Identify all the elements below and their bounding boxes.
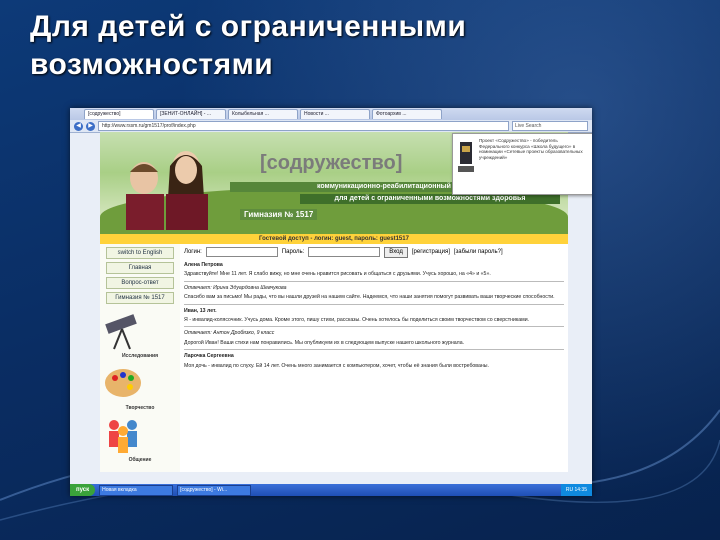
- post-text: Спасибо вам за письмо! Мы рады, что вы н…: [184, 294, 555, 301]
- tab-bar: [содружество] [ЗЕНИТ-ОНЛАЙН] - ... Колыб…: [70, 108, 592, 120]
- forgot-password-link[interactable]: [забыли пароль?]: [454, 249, 503, 255]
- search-input[interactable]: Live Search: [512, 121, 588, 131]
- login-form: Логин: Пароль: Вход [регистрация] [забыл…: [184, 246, 564, 258]
- tab-zenit[interactable]: [ЗЕНИТ-ОНЛАЙН] - ...: [156, 109, 226, 119]
- post-author: Ларочка Сергеевна: [184, 353, 234, 360]
- telescope-icon[interactable]: [100, 311, 146, 351]
- sidebar-link-english[interactable]: switch to English: [106, 247, 174, 259]
- system-tray: RU 14:35: [560, 484, 592, 496]
- messages-content: Алена Петрова Здравствуйте! Мне 11 лет. …: [184, 262, 564, 472]
- tab-news[interactable]: Новости ...: [300, 109, 370, 119]
- login-input[interactable]: [205, 247, 278, 257]
- post-author: Отвечает: Ирина Эдуардовна Шевчукова: [184, 284, 287, 291]
- sidebar-section-communication[interactable]: Общение: [100, 457, 180, 463]
- post-text: Дорогой Иван! Ваши стихи нам понравились…: [184, 339, 465, 346]
- register-link[interactable]: [регистрация]: [412, 249, 450, 255]
- sidebar-link-faq[interactable]: Вопрос-ответ: [106, 277, 174, 289]
- people-icon[interactable]: [100, 415, 146, 455]
- children-photo: [126, 151, 208, 230]
- slide-title-line1: Для детей с ограниченными: [30, 10, 467, 43]
- taskbar-item[interactable]: [содружество] - Wi...: [177, 484, 252, 496]
- sidebar-section-research[interactable]: Исследования: [100, 353, 180, 359]
- palette-icon[interactable]: [100, 363, 146, 403]
- divider: [184, 303, 564, 305]
- post-text: Я - инвалид-колясочник. Учусь дома. Кром…: [184, 317, 530, 324]
- forward-icon[interactable]: ▶: [86, 121, 95, 131]
- back-icon[interactable]: ◀: [74, 121, 83, 131]
- post-text: Здравствуйте! Мне 11 лет. Я слабо вижу, …: [184, 271, 491, 278]
- url-input[interactable]: http://www.rssm.ru/gm1517/prof/index.php: [98, 121, 509, 131]
- taskbar: пуск Новая вкладка [содружество] - Wi...…: [70, 484, 592, 496]
- taskbar-item[interactable]: Новая вкладка: [99, 484, 174, 496]
- site-logo[interactable]: [содружество]: [260, 152, 402, 175]
- sidebar-link-gymnasium[interactable]: Гимназия № 1517: [106, 292, 174, 304]
- start-button[interactable]: пуск: [70, 484, 96, 496]
- tab-kolybelnaya[interactable]: Колыбельная ...: [228, 109, 298, 119]
- school-name: Гимназия № 1517: [240, 209, 318, 220]
- slide-title-line2: возможностями: [30, 48, 274, 81]
- divider: [184, 280, 564, 282]
- post-author: Алена Петрова: [184, 262, 223, 268]
- password-label: Пароль:: [281, 249, 305, 255]
- password-input[interactable]: [308, 247, 381, 257]
- slide-title: Для детей с ограниченными возможностями: [30, 8, 690, 84]
- login-label: Логин:: [184, 249, 202, 255]
- post-author: Отвечает: Антон Дробязко, 9 класс: [184, 330, 275, 337]
- tab-photo[interactable]: Фотоархив ...: [372, 109, 442, 119]
- post-author: Иван, 13 лет.: [184, 307, 217, 314]
- sidebar-link-home[interactable]: Главная: [106, 262, 174, 274]
- post-text: Моя дочь - инвалид по слуху. Ей 14 лет. …: [184, 362, 489, 369]
- sidebar-section-creativity[interactable]: Творчество: [100, 405, 180, 411]
- divider: [184, 326, 564, 328]
- divider: [184, 349, 564, 351]
- browser-screenshot: [содружество] [ЗЕНИТ-ОНЛАЙН] - ... Колыб…: [70, 108, 592, 496]
- award-text: Проект «Содружество» - победитель Федера…: [479, 138, 583, 160]
- site-tagline-2: для детей с ограниченными возможностями …: [300, 194, 560, 204]
- guest-notice: Гостевой доступ - логин: guest, пароль: …: [100, 234, 568, 244]
- enter-button[interactable]: Вход: [384, 246, 408, 258]
- tab-sodruzhestvo[interactable]: [содружество]: [84, 109, 154, 119]
- award-popup: Проект «Содружество» - победитель Федера…: [452, 133, 592, 195]
- sidebar: switch to English Главная Вопрос-ответ Г…: [100, 244, 180, 472]
- trophy-icon: [458, 142, 474, 172]
